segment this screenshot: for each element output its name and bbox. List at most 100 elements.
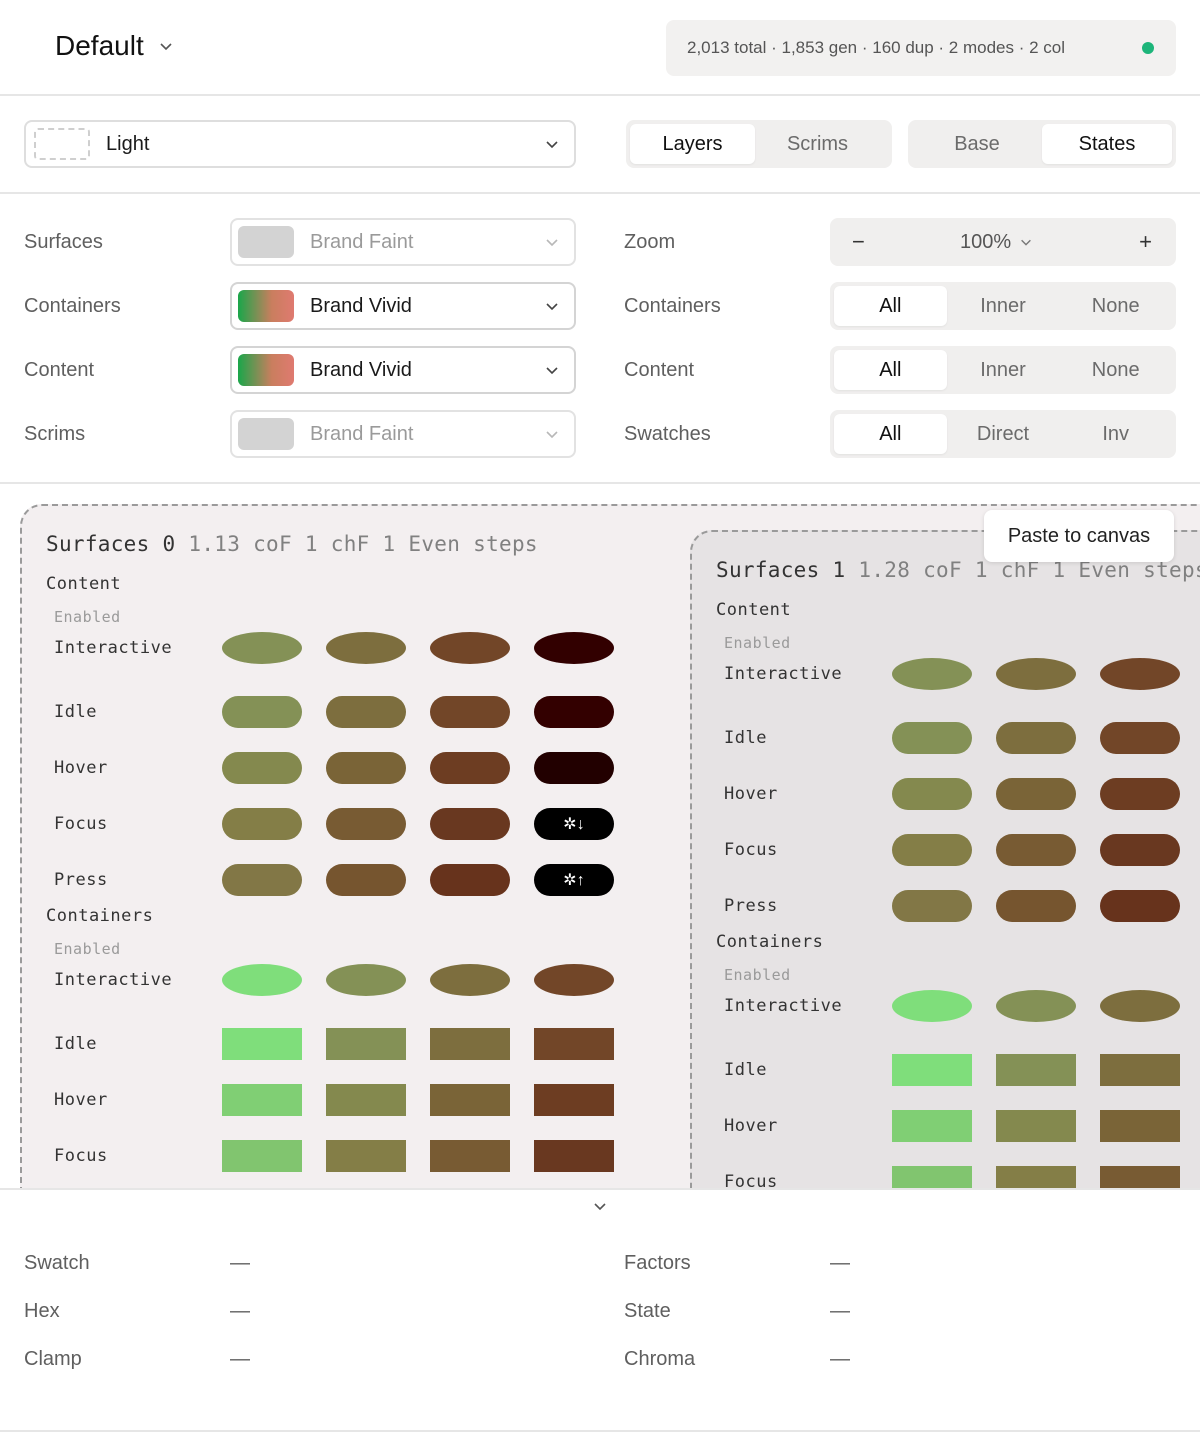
color-swatch[interactable] [892,990,972,1022]
row-label: Focus [724,1172,778,1190]
color-swatch[interactable] [996,890,1076,922]
color-swatch[interactable] [430,632,510,664]
color-swatch[interactable] [534,632,614,664]
color-swatch[interactable] [892,778,972,810]
color-swatch[interactable] [222,696,302,728]
color-swatch[interactable] [1100,778,1180,810]
color-swatch[interactable] [326,752,406,784]
tab-base[interactable]: Base [912,124,1042,164]
color-swatch[interactable] [1100,1054,1180,1086]
color-swatch[interactable] [326,696,406,728]
color-swatch[interactable] [996,1110,1076,1142]
state-value: — [830,1300,850,1322]
color-swatch[interactable] [430,964,510,996]
color-swatch[interactable] [430,808,510,840]
color-swatch[interactable] [996,722,1076,754]
color-swatch[interactable] [326,964,406,996]
zoom-in-button[interactable]: + [1139,229,1152,255]
zoom-out-button[interactable]: − [852,229,865,255]
color-swatch[interactable] [222,1084,302,1116]
color-swatch[interactable] [534,964,614,996]
color-swatch[interactable] [326,1140,406,1172]
color-swatch[interactable] [1100,890,1180,922]
color-swatch[interactable] [222,752,302,784]
color-swatch[interactable]: ✲↑ [534,864,614,896]
swatches-inv[interactable]: Inv [1059,414,1172,454]
zoom-level: 100% [960,230,1012,253]
row-label: Hover [54,1090,108,1110]
color-swatch[interactable] [534,1084,614,1116]
color-swatch[interactable] [892,658,972,690]
color-swatch[interactable] [996,1054,1076,1086]
color-swatch[interactable] [430,752,510,784]
color-swatch[interactable] [222,808,302,840]
color-swatch[interactable] [222,1140,302,1172]
row-label: Interactive [54,638,173,658]
color-swatch[interactable] [222,632,302,664]
color-swatch[interactable] [534,752,614,784]
color-swatch[interactable] [1100,1110,1180,1142]
paste-to-canvas-button[interactable]: Paste to canvas [984,510,1174,562]
row-label: Idle [724,728,767,748]
chevron-down-icon[interactable] [592,1198,608,1214]
color-swatch[interactable] [534,696,614,728]
color-swatch[interactable] [222,964,302,996]
tab-states[interactable]: States [1042,124,1172,164]
color-swatch[interactable] [892,890,972,922]
content-scope-inner[interactable]: Inner [947,350,1060,390]
containers-scope-inner[interactable]: Inner [947,286,1060,326]
content-scope-none[interactable]: None [1059,350,1172,390]
color-swatch[interactable] [222,1028,302,1060]
controls-panel: Surfaces Brand Faint Containers Brand Vi… [0,194,1200,484]
color-swatch[interactable] [1100,1166,1180,1188]
color-swatch[interactable] [892,1054,972,1086]
content-dropdown[interactable]: Brand Vivid [230,346,576,394]
scrims-dropdown[interactable]: Brand Faint [230,410,576,458]
color-swatch[interactable] [1100,722,1180,754]
color-swatch[interactable] [1100,658,1180,690]
color-swatch[interactable]: ✲↓ [534,808,614,840]
content-scope-all[interactable]: All [834,350,947,390]
color-swatch[interactable] [326,864,406,896]
color-swatch[interactable] [326,632,406,664]
containers-scope-none[interactable]: None [1059,286,1172,326]
row-label: Interactive [724,996,843,1016]
color-swatch[interactable] [996,658,1076,690]
color-swatch[interactable] [534,1140,614,1172]
containers-label: Containers [24,295,121,317]
swatches-direct[interactable]: Direct [947,414,1060,454]
swatches-all[interactable]: All [834,414,947,454]
theme-select[interactable]: Light [24,120,576,168]
palette-selector[interactable]: Default [55,30,174,62]
color-swatch[interactable] [326,808,406,840]
color-swatch[interactable] [996,1166,1076,1188]
divider [0,1430,1200,1432]
zoom-level-select[interactable]: 100% [960,231,1033,254]
color-swatch[interactable] [996,834,1076,866]
color-swatch[interactable] [1100,834,1180,866]
color-swatch[interactable] [430,1084,510,1116]
color-swatch[interactable] [326,1084,406,1116]
color-swatch[interactable] [430,864,510,896]
color-swatch[interactable] [892,834,972,866]
containers-dropdown[interactable]: Brand Vivid [230,282,576,330]
color-swatch[interactable] [430,1028,510,1060]
color-swatch[interactable] [430,696,510,728]
containers-scope-tabs: All Inner None [830,282,1176,330]
panel-title: Surfaces 0 1.13 coF 1 chF 1 Even steps [46,532,538,556]
tab-scrims[interactable]: Scrims [755,124,880,164]
color-swatch[interactable] [430,1140,510,1172]
color-swatch[interactable] [892,1110,972,1142]
color-swatch[interactable] [996,778,1076,810]
color-swatch[interactable] [534,1028,614,1060]
canvas[interactable]: Surfaces 0 1.13 coF 1 chF 1 Even steps Co… [0,484,1200,1190]
containers-scope-all[interactable]: All [834,286,947,326]
surfaces-dropdown[interactable]: Brand Faint [230,218,576,266]
color-swatch[interactable] [996,990,1076,1022]
color-swatch[interactable] [892,1166,972,1188]
tab-layers[interactable]: Layers [630,124,755,164]
color-swatch[interactable] [1100,990,1180,1022]
color-swatch[interactable] [222,864,302,896]
color-swatch[interactable] [326,1028,406,1060]
color-swatch[interactable] [892,722,972,754]
